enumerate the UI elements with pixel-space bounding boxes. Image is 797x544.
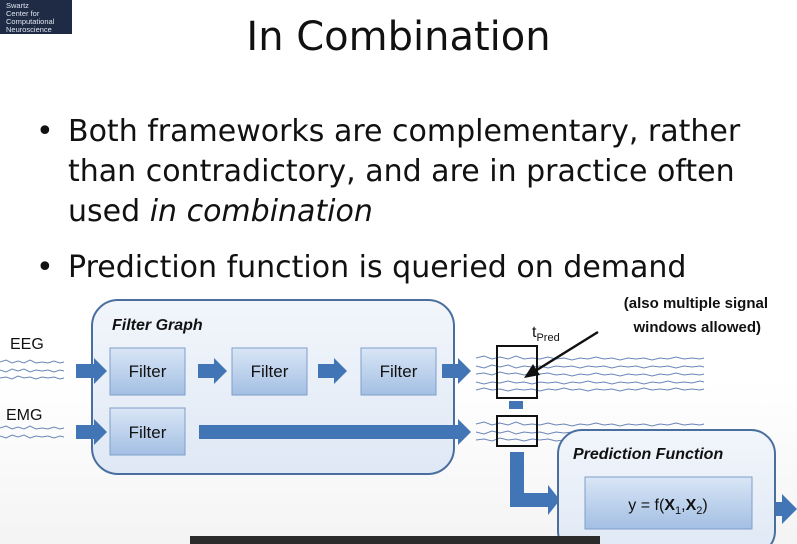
svg-text:Filter: Filter bbox=[129, 362, 167, 381]
prediction-output-arrow bbox=[775, 494, 797, 524]
filter-box-emg: Filter bbox=[109, 407, 186, 456]
svg-text:Filter: Filter bbox=[251, 362, 289, 381]
tpred-label: tPred bbox=[532, 324, 560, 344]
output-eeg-traces bbox=[475, 355, 705, 392]
emg-time-window bbox=[496, 415, 538, 447]
bullet-item-2: • Prediction function is queried on dema… bbox=[36, 248, 776, 288]
svg-text:Filter: Filter bbox=[129, 423, 167, 442]
slide-title: In Combination bbox=[246, 14, 551, 60]
eeg-signal-traces bbox=[0, 359, 65, 380]
filter-box-eeg-1: Filter bbox=[109, 347, 186, 396]
window-link-bar bbox=[509, 401, 523, 409]
eeg-label: EEG bbox=[10, 336, 44, 353]
bullet2-text: Prediction function is queried on demand bbox=[68, 250, 687, 285]
filter-box-eeg-3: Filter bbox=[360, 347, 437, 396]
to-prediction-arrow bbox=[510, 452, 560, 515]
bullet-item-1: • Both frameworks are complementary, rat… bbox=[36, 112, 776, 232]
filter-box-eeg-2: Filter bbox=[231, 347, 308, 396]
bullet-dot: • bbox=[36, 114, 54, 149]
multiple-windows-note-line2: windows allowed) bbox=[632, 319, 761, 336]
emg-signal-traces bbox=[0, 425, 65, 439]
prediction-function-label: Prediction Function bbox=[573, 446, 723, 463]
filter-graph-label: Filter Graph bbox=[112, 317, 203, 334]
multiple-windows-note-line1: (also multiple signal bbox=[624, 295, 768, 312]
emg-label: EMG bbox=[6, 407, 42, 424]
bullet1-emphasis: in combination bbox=[149, 194, 373, 229]
video-caption-bar bbox=[190, 536, 600, 544]
prediction-formula-box: y = f(X1,X2) bbox=[584, 476, 753, 530]
bullet-dot: • bbox=[36, 250, 54, 285]
svg-text:Filter: Filter bbox=[380, 362, 418, 381]
bullet-list: • Both frameworks are complementary, rat… bbox=[36, 112, 776, 288]
